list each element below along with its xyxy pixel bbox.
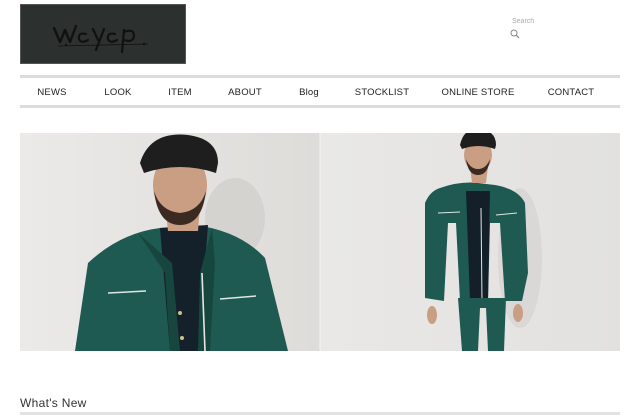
section-title: What's New [20,396,87,410]
nav-item-about[interactable]: ABOUT [228,87,262,98]
hero-image[interactable] [20,133,620,351]
logo-wordmark-icon [52,24,149,54]
nav-item-item[interactable]: ITEM [168,87,192,98]
nav-item-stocklist[interactable]: STOCKLIST [355,87,409,98]
nav-item-contact[interactable]: CONTACT [548,87,595,98]
hero-photo-icon [20,133,620,351]
nav-item-news[interactable]: NEWS [37,87,66,98]
section-divider [20,412,620,415]
nav-item-look[interactable]: LOOK [104,87,131,98]
search-box[interactable] [510,10,612,39]
nav-item-online-store[interactable]: ONLINE STORE [442,87,515,98]
search-icon[interactable] [510,26,520,39]
brand-logo[interactable] [20,4,186,64]
main-nav: NEWS LOOK ITEM ABOUT Blog STOCKLIST ONLI… [20,75,620,108]
search-input[interactable] [512,18,602,25]
nav-item-blog[interactable]: Blog [299,87,319,98]
